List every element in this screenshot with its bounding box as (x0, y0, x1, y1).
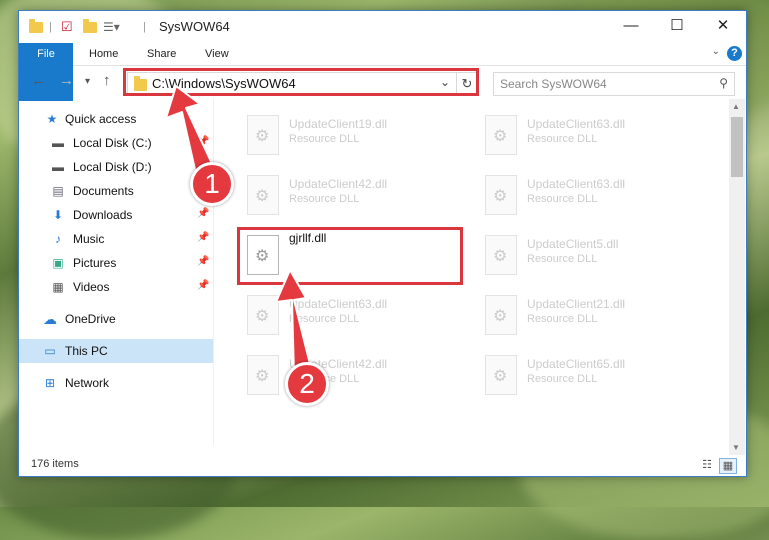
arrow-2 (275, 269, 313, 377)
step-callout-2: 2 (285, 362, 329, 406)
arrow-1 (165, 85, 215, 175)
step-callout-1: 1 (190, 162, 234, 206)
annotation-arrows (165, 85, 313, 377)
